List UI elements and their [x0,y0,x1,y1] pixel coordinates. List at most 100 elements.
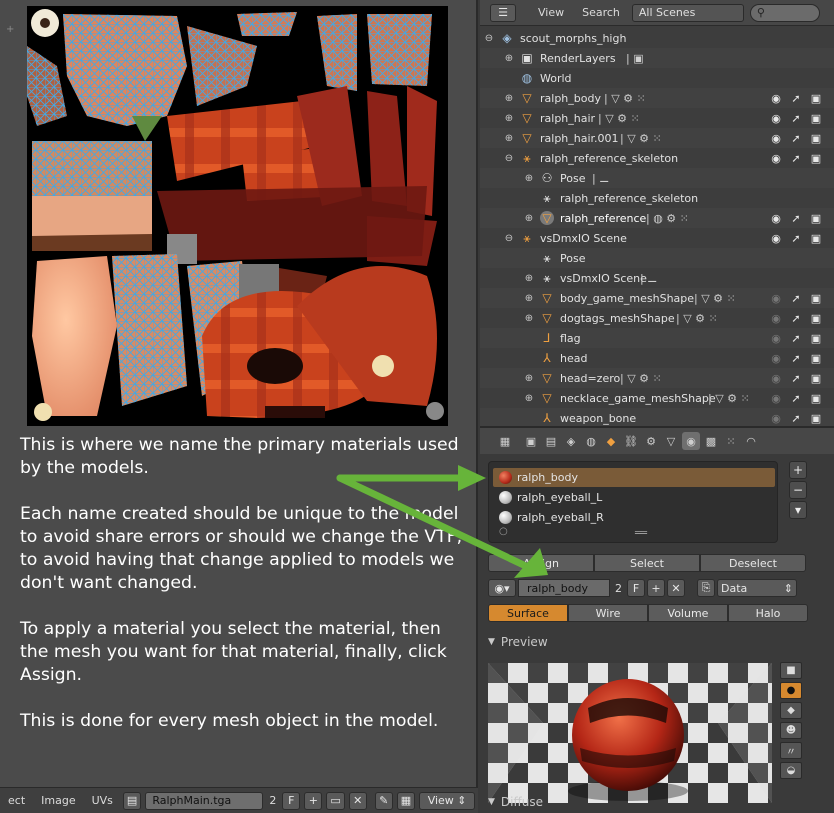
tree-row-body-game-mesh[interactable]: ⊕ ▽ body_game_meshShape | ▽ ⚙ ⁙ ◉ ➚ ▣ [480,288,834,308]
uv-texture-canvas[interactable] [27,6,448,426]
tab-volume[interactable]: Volume [648,604,728,622]
render-camera-icon[interactable]: ▣ [810,372,822,385]
preview-sky-icon[interactable]: ◒ [780,762,802,779]
image-name-field[interactable]: RalphMain.tga [145,791,264,810]
area-corner-icon[interactable]: + [6,24,14,35]
selectable-cursor-icon[interactable]: ➚ [790,292,802,305]
editor-type-icon[interactable]: ▦ [496,432,514,450]
preview-cube-icon[interactable]: ◆ [780,702,802,719]
expand-icon[interactable]: ⊕ [524,393,534,404]
expand-icon[interactable]: ⊕ [504,93,514,104]
texture-tab-icon[interactable]: ▩ [702,432,720,450]
selectable-cursor-icon[interactable]: ➚ [790,412,802,425]
render-camera-icon[interactable]: ▣ [810,92,822,105]
expand-icon[interactable]: ⊕ [524,313,534,324]
search-input[interactable]: ⚲ [749,3,820,22]
collapse-icon[interactable]: ⊖ [484,33,494,44]
expand-icon[interactable]: ⊕ [524,293,534,304]
material-browse-icon[interactable]: ◉▾ [488,579,516,597]
tree-row-pose-2[interactable]: ⚹ Pose [480,248,834,268]
pin-icon[interactable]: ✎ [374,791,393,810]
visibility-eye-icon[interactable]: ◉ [770,352,782,365]
visibility-eye-icon[interactable]: ◉ [770,292,782,305]
visibility-eye-icon[interactable]: ◉ [770,112,782,125]
preview-hair-icon[interactable]: 〃 [780,742,802,759]
remove-slot-button[interactable]: − [789,481,807,499]
new-material-icon[interactable]: + [647,579,665,597]
render-camera-icon[interactable]: ▣ [810,132,822,145]
visibility-eye-icon[interactable]: ◉ [770,132,782,145]
unlink-material-icon[interactable]: ✕ [667,579,685,597]
tree-row-flag[interactable]: ⅃ flag ◉ ➚ ▣ [480,328,834,348]
render-camera-icon[interactable]: ▣ [810,412,822,425]
expand-icon[interactable]: ⊕ [524,173,534,184]
visibility-eye-icon[interactable]: ◉ [770,152,782,165]
selectable-cursor-icon[interactable]: ➚ [790,352,802,365]
link-select[interactable]: Data ⇕ [717,579,797,597]
assign-button[interactable]: Assign [488,554,594,572]
browse-link-icon[interactable]: ⎘ [697,579,715,597]
render-camera-icon[interactable]: ▣ [810,112,822,125]
material-name-field[interactable]: ralph_body [518,579,610,597]
preview-flat-icon[interactable]: ■ [780,662,802,679]
tree-row-necklace-mesh[interactable]: ⊕ ▽ necklace_game_meshShape | ▽ ⚙ ⁙ ◉ ➚ ▣ [480,388,834,408]
preview-sphere-icon[interactable]: ● [780,682,802,699]
scene-tab-icon[interactable]: ◈ [562,432,580,450]
selectable-cursor-icon[interactable]: ➚ [790,112,802,125]
selectable-cursor-icon[interactable]: ➚ [790,132,802,145]
unlink-image-icon[interactable]: ✕ [348,791,367,810]
tree-row-skeleton-data[interactable]: ⚹ ralph_reference_skeleton [480,188,834,208]
tree-row-vsdmxio-data[interactable]: ⊕ ⚹ vsDmxIO Scene | ⚊ [480,268,834,288]
deselect-button[interactable]: Deselect [700,554,806,572]
expand-icon[interactable]: ⊕ [504,53,514,64]
list-resize-handle[interactable]: ══ [635,528,647,539]
collapse-icon[interactable]: ⊖ [504,153,514,164]
visibility-eye-icon[interactable]: ◉ [770,372,782,385]
selectable-cursor-icon[interactable]: ➚ [790,312,802,325]
material-slot[interactable]: ralph_eyeball_R [493,508,775,527]
menu-view[interactable]: View [532,6,570,19]
selectable-cursor-icon[interactable]: ➚ [790,332,802,345]
render-camera-icon[interactable]: ▣ [810,352,822,365]
selectable-cursor-icon[interactable]: ➚ [790,232,802,245]
particles-tab-icon[interactable]: ⁙ [722,432,740,450]
render-camera-icon[interactable]: ▣ [810,292,822,305]
menu-search[interactable]: Search [576,6,626,19]
tree-row-head[interactable]: ⅄ head ◉ ➚ ▣ [480,348,834,368]
data-tab-icon[interactable]: ▽ [662,432,680,450]
tree-row-dogtags-mesh[interactable]: ⊕ ▽ dogtags_meshShape | ▽ ⚙ ⁙ ◉ ➚ ▣ [480,308,834,328]
new-image-icon[interactable]: + [304,791,323,810]
display-mode-select[interactable]: All Scenes [631,3,744,22]
select-button[interactable]: Select [594,554,700,572]
expand-icon[interactable]: ⊕ [504,113,514,124]
tree-row-ralph-reference[interactable]: ⊕ ▽ ralph_reference | ◍ ⚙ ⁙ ◉ ➚ ▣ [480,208,834,228]
selectable-cursor-icon[interactable]: ➚ [790,152,802,165]
visibility-eye-icon[interactable]: ◉ [770,392,782,405]
renderlayers-tab-icon[interactable]: ▤ [542,432,560,450]
collapse-icon[interactable]: ⊖ [504,233,514,244]
image-browse-icon[interactable]: ▤ [122,791,142,810]
visibility-eye-icon[interactable]: ◉ [770,92,782,105]
tree-row-pose[interactable]: ⊕ ⚇ Pose | ⚊ [480,168,834,188]
editor-type-icon[interactable]: ☰ [490,3,516,22]
view-select[interactable]: View ⇕ [419,791,476,810]
render-camera-icon[interactable]: ▣ [810,212,822,225]
selectable-cursor-icon[interactable]: ➚ [790,372,802,385]
tab-halo[interactable]: Halo [728,604,808,622]
modifiers-tab-icon[interactable]: ⚙ [642,432,660,450]
preview-panel-header[interactable]: ▼ Preview [488,632,810,652]
selectable-cursor-icon[interactable]: ➚ [790,92,802,105]
expand-icon[interactable]: ⊕ [504,133,514,144]
tree-row-head-zero[interactable]: ⊕ ▽ head=zero | ▽ ⚙ ⁙ ◉ ➚ ▣ [480,368,834,388]
visibility-eye-icon[interactable]: ◉ [770,332,782,345]
tree-row-reference-skeleton[interactable]: ⊖ ⚹ ralph_reference_skeleton ◉ ➚ ▣ [480,148,834,168]
render-camera-icon[interactable]: ▣ [810,392,822,405]
material-slot[interactable]: ralph_eyeball_L [493,488,775,507]
menu-image[interactable]: Image [35,794,81,807]
preview-monkey-icon[interactable]: ☻ [780,722,802,739]
render-tab-icon[interactable]: ▣ [522,432,540,450]
visibility-eye-icon[interactable]: ◉ [770,232,782,245]
selectable-cursor-icon[interactable]: ➚ [790,392,802,405]
render-camera-icon[interactable]: ▣ [810,152,822,165]
material-slot-list[interactable]: ralph_body ralph_eyeball_L ralph_eyeball… [488,461,778,543]
